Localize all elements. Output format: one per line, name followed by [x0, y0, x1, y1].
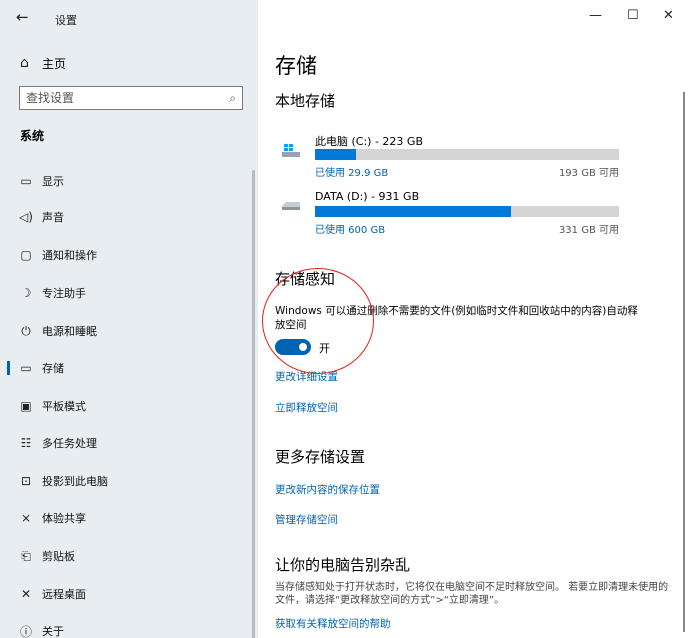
- main-scrollbar[interactable]: [683, 92, 685, 632]
- speaker-icon: ◁): [19, 210, 33, 224]
- usage-bar: [315, 149, 619, 160]
- storage-sense-description: Windows 可以通过删除不需要的文件(例如临时文件和回收站中的内容)自动释放…: [275, 305, 638, 331]
- sidebar-item-label: 剪贴板: [42, 550, 75, 563]
- sidebar-item[interactable]: ⨯ 体验共享: [0, 504, 250, 532]
- remote-icon: ✕: [20, 587, 32, 601]
- tablet-icon: ▣: [20, 399, 32, 413]
- sidebar: ← 设置 ⌂ 主页 ⌕ 系统 ▭ 显示 ◁) 声音 ▢ 通知和操作 ☽ 专注助手 ⏻ 电源和睡眠 ▭…: [0, 0, 258, 638]
- sidebar-item-label: 电源和睡眠: [42, 325, 97, 338]
- maximize-icon[interactable]: ☐: [627, 8, 639, 23]
- sidebar-item-label: 平板模式: [42, 400, 86, 413]
- sidebar-scrollbar[interactable]: [252, 170, 255, 638]
- selected-indicator: [7, 361, 10, 375]
- sidebar-item[interactable]: ⎗ 剪贴板: [0, 542, 250, 570]
- share-icon: ⨯: [20, 511, 32, 525]
- close-icon[interactable]: ✕: [663, 8, 674, 23]
- storage-icon: ▭: [20, 361, 32, 375]
- home-label: 主页: [42, 56, 67, 71]
- sidebar-item[interactable]: ▭ 存储: [0, 354, 250, 382]
- sidebar-item-label: 远程桌面: [42, 588, 86, 601]
- drive-c[interactable]: 此电脑 (C:) - 223 GB 已使用 29.9 GB 193 GB 可用: [278, 133, 623, 183]
- power-icon: ⏻: [21, 323, 31, 338]
- free-space-now-link[interactable]: 立即释放空间: [275, 400, 338, 415]
- home-nav-item[interactable]: ⌂ 主页: [20, 54, 66, 72]
- change-save-location-link[interactable]: 更改新内容的保存位置: [275, 482, 380, 497]
- drive-name: DATA (D:) - 931 GB: [315, 190, 420, 203]
- toggle-knob: [299, 343, 307, 351]
- manage-storage-spaces-link[interactable]: 管理存储空间: [275, 512, 338, 527]
- multitask-icon: ☷: [20, 436, 32, 450]
- sidebar-item[interactable]: ☽ 专注助手: [0, 279, 250, 307]
- page-title: 存储: [275, 54, 317, 78]
- declutter-note: 当存储感知处于打开状态时，它将仅在电脑空间不足时释放空间。 若要立即清理未使用的…: [275, 582, 669, 606]
- usage-bar: [315, 206, 619, 217]
- notification-icon: ▢: [20, 248, 32, 262]
- toggle-label: 开: [319, 342, 330, 355]
- section-heading: 系统: [20, 129, 45, 143]
- minimize-icon[interactable]: —: [589, 8, 602, 23]
- monitor-icon: ▭: [20, 174, 32, 188]
- sidebar-item-label: 关于: [42, 625, 64, 638]
- drive-name: 此电脑 (C:) - 223 GB: [315, 135, 423, 148]
- app-title: 设置: [55, 14, 77, 27]
- sidebar-item-label: 声音: [42, 211, 64, 224]
- more-storage-heading: 更多存储设置: [275, 448, 366, 466]
- search-box[interactable]: ⌕: [19, 86, 243, 110]
- storage-sense-heading: 存储感知: [275, 270, 336, 288]
- sidebar-item-label: 存储: [42, 362, 64, 375]
- help-link[interactable]: 获取有关释放空间的帮助: [275, 616, 391, 631]
- change-settings-link[interactable]: 更改详细设置: [275, 369, 338, 384]
- used-text: 已使用 600 GB: [315, 225, 386, 236]
- main-content: — ☐ ✕ 存储 本地存储 此电脑 (C:) - 223 GB 已使用 29.9…: [258, 0, 690, 638]
- sidebar-item-label: 显示: [42, 175, 64, 188]
- home-icon: ⌂: [20, 55, 29, 71]
- sidebar-item[interactable]: ▢ 通知和操作: [0, 241, 250, 269]
- sidebar-item[interactable]: ⓘ 关于: [0, 617, 250, 638]
- sidebar-item[interactable]: ▭ 显示: [0, 167, 250, 195]
- search-input[interactable]: [26, 91, 230, 105]
- sidebar-item[interactable]: ⏻ 电源和睡眠: [0, 317, 250, 345]
- sidebar-item-label: 体验共享: [42, 512, 86, 525]
- sidebar-item[interactable]: ☷ 多任务处理: [0, 429, 250, 457]
- moon-icon: ☽: [20, 286, 32, 300]
- search-icon[interactable]: ⌕: [229, 91, 236, 106]
- windows-drive-icon: [280, 143, 302, 162]
- sidebar-item-label: 通知和操作: [42, 249, 97, 262]
- drive-d[interactable]: DATA (D:) - 931 GB 已使用 600 GB 331 GB 可用: [278, 190, 623, 240]
- sidebar-item-label: 投影到此电脑: [42, 475, 108, 488]
- sidebar-item[interactable]: ▣ 平板模式: [0, 392, 250, 420]
- sidebar-item[interactable]: ◁) 声音: [0, 203, 250, 231]
- declutter-heading: 让你的电脑告别杂乱: [275, 556, 411, 574]
- sidebar-item[interactable]: ✕ 远程桌面: [0, 580, 250, 608]
- info-icon: ⓘ: [19, 624, 32, 638]
- back-arrow-icon[interactable]: ←: [16, 8, 29, 26]
- sidebar-item[interactable]: ⊡ 投影到此电脑: [0, 467, 250, 495]
- local-storage-heading: 本地存储: [275, 92, 336, 110]
- free-text: 331 GB 可用: [558, 225, 619, 236]
- free-text: 193 GB 可用: [558, 168, 619, 179]
- project-icon: ⊡: [20, 474, 32, 488]
- sidebar-item-label: 专注助手: [42, 287, 86, 300]
- usage-fill: [315, 206, 511, 217]
- used-text: 已使用 29.9 GB: [315, 168, 389, 179]
- sidebar-item-label: 多任务处理: [42, 437, 97, 450]
- hard-drive-icon: [280, 200, 302, 215]
- clipboard-icon: ⎗: [21, 548, 31, 563]
- storage-sense-toggle[interactable]: [275, 339, 311, 355]
- usage-fill: [315, 149, 356, 160]
